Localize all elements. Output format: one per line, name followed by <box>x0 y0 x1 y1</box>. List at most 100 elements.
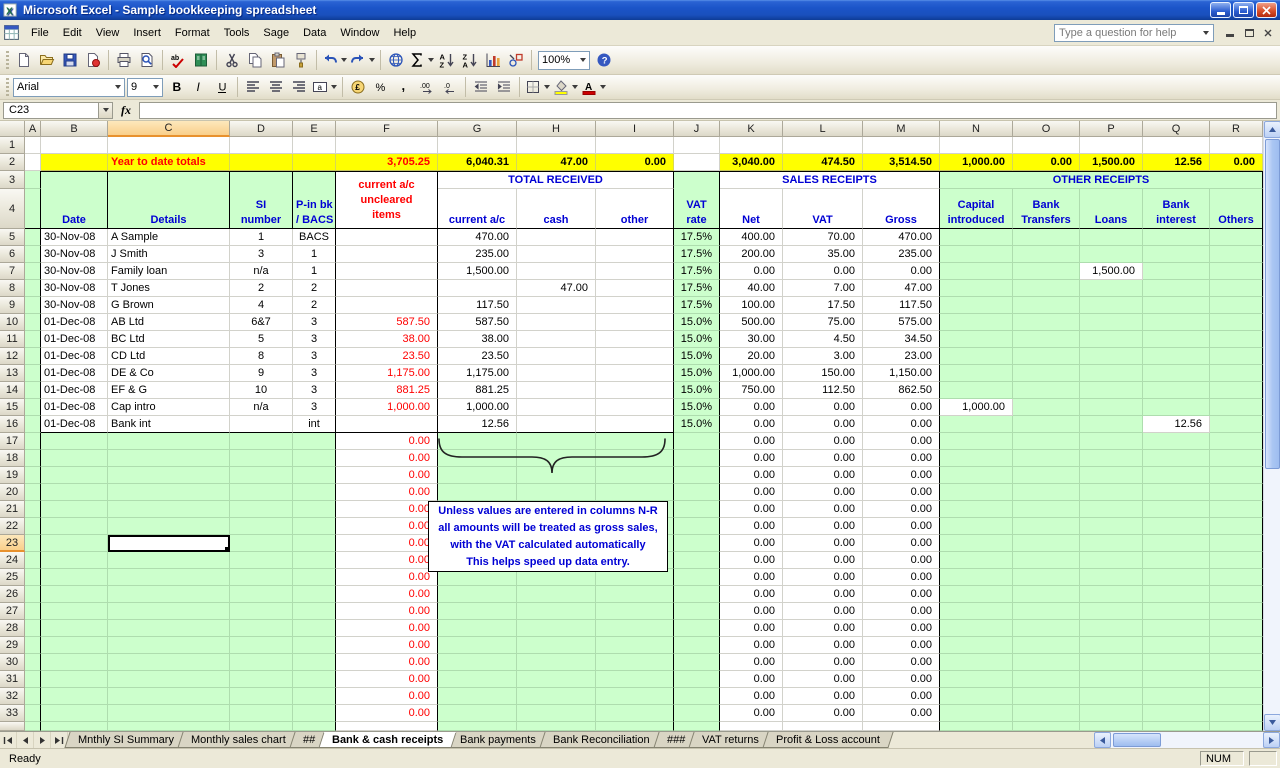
cell-M11[interactable]: 34.50 <box>863 331 940 348</box>
cell-R15[interactable] <box>1210 399 1263 416</box>
cell-O21[interactable] <box>1013 501 1080 518</box>
tab-profit-loss-account[interactable]: Profit & Loss account <box>762 732 893 748</box>
cell-I31[interactable] <box>596 671 674 688</box>
cell-O1[interactable] <box>1013 137 1080 154</box>
scroll-up-button[interactable] <box>1264 121 1280 138</box>
formula-input[interactable] <box>139 102 1277 119</box>
cell-D8[interactable]: 2 <box>230 280 293 297</box>
cell-A23[interactable] <box>25 535 41 552</box>
cell-I6[interactable] <box>596 246 674 263</box>
cell-B14[interactable]: 01-Dec-08 <box>41 382 108 399</box>
cell-N27[interactable] <box>940 603 1013 620</box>
cell-P25[interactable] <box>1080 569 1143 586</box>
cell-L29[interactable]: 0.00 <box>783 637 863 654</box>
cell-Q23[interactable] <box>1143 535 1210 552</box>
cell-C13[interactable]: DE & Co <box>108 365 230 382</box>
cell-N29[interactable] <box>940 637 1013 654</box>
cell-H12[interactable] <box>517 348 596 365</box>
cell-M6[interactable]: 235.00 <box>863 246 940 263</box>
cell-H14[interactable] <box>517 382 596 399</box>
cell-O9[interactable] <box>1013 297 1080 314</box>
cell-H20[interactable] <box>517 484 596 501</box>
row-header-28[interactable]: 28 <box>0 620 25 637</box>
cell-F32[interactable]: 0.00 <box>336 688 438 705</box>
cell-D11[interactable]: 5 <box>230 331 293 348</box>
close-button[interactable] <box>1256 2 1277 18</box>
cell-H28[interactable] <box>517 620 596 637</box>
cell-B5[interactable]: 30-Nov-08 <box>41 229 108 246</box>
cell-N28[interactable] <box>940 620 1013 637</box>
cell-A3[interactable] <box>25 171 41 189</box>
cell-F20[interactable]: 0.00 <box>336 484 438 501</box>
toolbar-grip[interactable] <box>6 78 9 96</box>
cell-D25[interactable] <box>230 569 293 586</box>
cell-A30[interactable] <box>25 654 41 671</box>
cell-O20[interactable] <box>1013 484 1080 501</box>
cell-K32[interactable]: 0.00 <box>720 688 783 705</box>
cell-K12[interactable]: 20.00 <box>720 348 783 365</box>
cell-E6[interactable]: 1 <box>293 246 336 263</box>
cell-M25[interactable]: 0.00 <box>863 569 940 586</box>
cell-A25[interactable] <box>25 569 41 586</box>
cell-Q10[interactable] <box>1143 314 1210 331</box>
cell-A1[interactable] <box>25 137 41 154</box>
horizontal-scroll-thumb[interactable] <box>1113 733 1161 747</box>
cell-E7[interactable]: 1 <box>293 263 336 280</box>
cell-F33[interactable]: 0.00 <box>336 705 438 722</box>
cell-H27[interactable] <box>517 603 596 620</box>
cell-N5[interactable] <box>940 229 1013 246</box>
row-header-8[interactable]: 8 <box>0 280 25 297</box>
cell-E19[interactable] <box>293 467 336 484</box>
cell-R11[interactable] <box>1210 331 1263 348</box>
cell-D18[interactable] <box>230 450 293 467</box>
cell-B19[interactable] <box>41 467 108 484</box>
cell-G29[interactable] <box>438 637 517 654</box>
cell-I2[interactable]: 0.00 <box>596 154 674 171</box>
cell-M28[interactable]: 0.00 <box>863 620 940 637</box>
cell-P5[interactable] <box>1080 229 1143 246</box>
cell-F17[interactable]: 0.00 <box>336 433 438 450</box>
cell-R8[interactable] <box>1210 280 1263 297</box>
redo-button[interactable] <box>349 49 376 71</box>
cell-I15[interactable] <box>596 399 674 416</box>
cell-O5[interactable] <box>1013 229 1080 246</box>
cell-E14[interactable]: 3 <box>293 382 336 399</box>
cell-L14[interactable]: 112.50 <box>783 382 863 399</box>
cell-D26[interactable] <box>230 586 293 603</box>
cell-L25[interactable]: 0.00 <box>783 569 863 586</box>
cell-P2[interactable]: 1,500.00 <box>1080 154 1143 171</box>
cell-E1[interactable] <box>293 137 336 154</box>
cell-I13[interactable] <box>596 365 674 382</box>
cell-N25[interactable] <box>940 569 1013 586</box>
cell-R19[interactable] <box>1210 467 1263 484</box>
cell-R7[interactable] <box>1210 263 1263 280</box>
cell-E8[interactable]: 2 <box>293 280 336 297</box>
cell-C24[interactable] <box>108 552 230 569</box>
cell-I1[interactable] <box>596 137 674 154</box>
cell-A32[interactable] <box>25 688 41 705</box>
cell-H8[interactable]: 47.00 <box>517 280 596 297</box>
workbook-minimize-button[interactable] <box>1222 25 1238 40</box>
format-painter-button[interactable] <box>290 49 312 71</box>
cell-M29[interactable]: 0.00 <box>863 637 940 654</box>
name-box[interactable]: C23 <box>3 102 99 119</box>
cell-P23[interactable] <box>1080 535 1143 552</box>
cell-F31[interactable]: 0.00 <box>336 671 438 688</box>
cell-B26[interactable] <box>41 586 108 603</box>
cell-E9[interactable]: 2 <box>293 297 336 314</box>
cell-Q2[interactable]: 12.56 <box>1143 154 1210 171</box>
chart-wizard-button[interactable] <box>482 49 504 71</box>
cell-D30[interactable] <box>230 654 293 671</box>
cell-J2[interactable] <box>674 154 720 171</box>
cell-K5[interactable]: 400.00 <box>720 229 783 246</box>
cell-K17[interactable]: 0.00 <box>720 433 783 450</box>
cell-I29[interactable] <box>596 637 674 654</box>
cell-R32[interactable] <box>1210 688 1263 705</box>
menu-edit[interactable]: Edit <box>56 22 89 44</box>
cell-R13[interactable] <box>1210 365 1263 382</box>
cell-D5[interactable]: 1 <box>230 229 293 246</box>
cell-N32[interactable] <box>940 688 1013 705</box>
cell-C21[interactable] <box>108 501 230 518</box>
cell-F23[interactable]: 0.00 <box>336 535 438 552</box>
cell-O31[interactable] <box>1013 671 1080 688</box>
